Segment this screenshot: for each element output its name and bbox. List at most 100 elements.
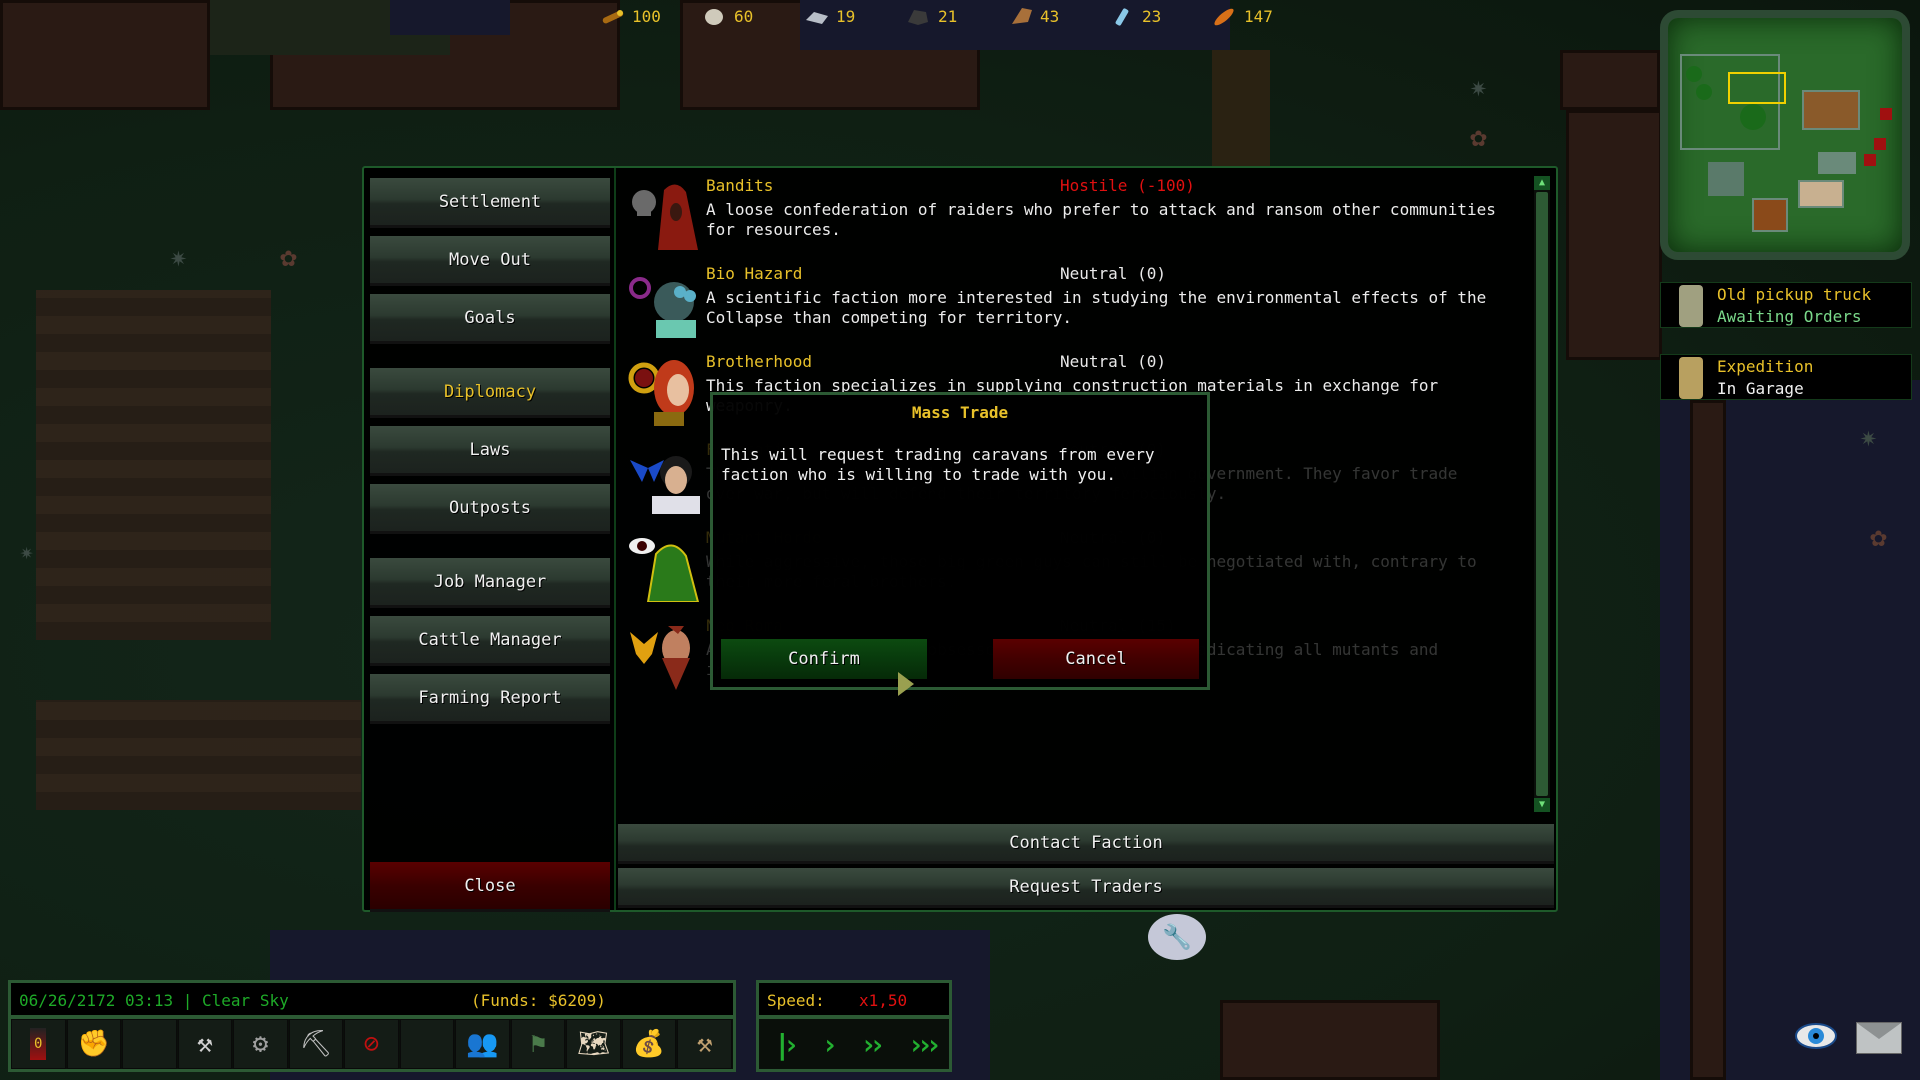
resource-wood: 100	[600, 4, 702, 28]
flower-icon: ✿	[1470, 120, 1487, 153]
road	[1212, 50, 1270, 170]
mouse-cursor-icon	[898, 672, 914, 696]
building-wall	[1690, 400, 1726, 1080]
sidebar-item-diplomacy[interactable]: Diplomacy	[370, 368, 610, 418]
building-wall	[0, 0, 210, 110]
minimap-enemy	[1874, 138, 1886, 150]
scrollbar-thumb[interactable]	[1536, 192, 1548, 796]
vehicle-expedition[interactable]: Expedition In Garage	[1660, 354, 1912, 400]
plant-icon: ✷	[1470, 70, 1487, 103]
scroll-up-icon[interactable]: ▲	[1534, 176, 1550, 190]
building-wall	[1220, 1000, 1440, 1080]
faction-status: Hostile (-100)	[1060, 176, 1195, 195]
status-bar: 06/26/2172 03:13 | Clear Sky (Funds: $62…	[8, 980, 736, 1018]
farm-plot	[36, 290, 271, 640]
flag-icon[interactable]: ⚑	[510, 1019, 566, 1069]
sidebar-item-farming-report[interactable]: Farming Report	[370, 674, 610, 724]
sidebar-item-outposts[interactable]: Outposts	[370, 484, 610, 534]
request-traders-button[interactable]: Request Traders	[618, 868, 1554, 908]
faction-name: Bio Hazard	[706, 264, 803, 283]
speed-label: Speed:	[767, 991, 825, 1010]
people-icon[interactable]: 👥	[455, 1019, 510, 1069]
minimap-viewport[interactable]	[1728, 72, 1786, 104]
faction-status: Neutral (0)	[1060, 352, 1166, 371]
speed-display: Speed: x1,50	[756, 980, 952, 1018]
minimap-building	[1798, 180, 1844, 208]
bandits-portrait	[628, 178, 700, 250]
gear-wrench-icon[interactable]: ⚙	[233, 1019, 288, 1069]
faction-list-scrollbar[interactable]: ▲ ▼	[1534, 176, 1550, 812]
speed-fastest-button[interactable]: ›››	[908, 1028, 942, 1061]
minimap[interactable]	[1660, 10, 1910, 260]
flower-icon: ✿	[280, 240, 297, 273]
divider	[614, 168, 616, 910]
bio-hazard-portrait	[628, 266, 700, 338]
faction-row-bandits[interactable]: Bandits Hostile (-100) A loose confedera…	[620, 172, 1540, 260]
building-wall	[1560, 50, 1660, 110]
truck-icon	[1679, 285, 1703, 327]
vehicle-name: Old pickup truck	[1717, 285, 1872, 304]
sidebar-item-settlement[interactable]: Settlement	[370, 178, 610, 228]
resource-bar: 100 60 19 21 43 23 147	[600, 4, 1314, 28]
dialog-message: This will request trading caravans from …	[721, 445, 1155, 484]
fish-icon	[1212, 6, 1238, 26]
metal-bar-icon	[804, 6, 830, 26]
mail-icon[interactable]	[1856, 1022, 1902, 1054]
water-bottle-icon	[1110, 6, 1136, 26]
funds: (Funds: $6209)	[471, 991, 606, 1010]
sidebar-item-laws[interactable]: Laws	[370, 426, 610, 476]
federation-portrait	[628, 442, 700, 514]
confirm-button[interactable]: Confirm	[721, 639, 927, 679]
minimap-enemy	[1864, 154, 1876, 166]
date-time-weather: 06/26/2172 03:13 | Clear Sky	[19, 991, 289, 1010]
plant-icon: ✷	[170, 240, 187, 273]
empty-slot-icon[interactable]	[122, 1019, 177, 1069]
fist-icon[interactable]: ✊	[66, 1019, 122, 1069]
stone-icon	[702, 6, 728, 26]
close-button[interactable]: Close	[370, 862, 610, 912]
scroll-down-icon[interactable]: ▼	[1534, 798, 1550, 812]
sidebar: Settlement Move Out Goals Diplomacy Laws…	[370, 174, 610, 912]
faction-status: Neutral (0)	[1060, 264, 1166, 283]
resource-food: 147	[1212, 4, 1314, 28]
speed-normal-button[interactable]: ›	[821, 1028, 838, 1061]
mutant-horde-portrait	[628, 530, 700, 603]
coal-icon	[906, 6, 932, 26]
sidebar-item-move-out[interactable]: Move Out	[370, 236, 610, 286]
empty-slot-icon[interactable]	[399, 1019, 455, 1069]
play-pause-button[interactable]: |›	[774, 1028, 800, 1061]
priority-arrow-icon[interactable]: 0	[11, 1019, 66, 1069]
faction-row-bio-hazard[interactable]: Bio Hazard Neutral (0) A scientific fact…	[620, 260, 1540, 348]
cancel-icon[interactable]: ⊘	[344, 1019, 399, 1069]
hammer-icon[interactable]: ⚒	[177, 1019, 233, 1069]
faction-name: Brotherhood	[706, 352, 812, 371]
plant-icon: ✷	[1860, 420, 1877, 453]
faction-description: A scientific faction more interested in …	[706, 288, 1487, 327]
speed-fast-button[interactable]: ››	[860, 1028, 886, 1061]
minimap-enemy	[1880, 108, 1892, 120]
sack-icon[interactable]: 💰	[621, 1019, 677, 1069]
car-icon	[1679, 357, 1703, 399]
visibility-eye-icon[interactable]	[1794, 1016, 1838, 1056]
plant-icon: ✷	[20, 540, 34, 565]
contact-faction-button[interactable]: Contact Faction	[618, 824, 1554, 864]
vehicle-name: Expedition	[1717, 357, 1814, 376]
minimap-zone	[1708, 162, 1744, 196]
map-icon[interactable]: 🗺	[566, 1019, 621, 1069]
sidebar-item-job-manager[interactable]: Job Manager	[370, 558, 610, 608]
speed-value: x1,50	[859, 991, 908, 1010]
sidebar-item-goals[interactable]: Goals	[370, 294, 610, 344]
pickaxe-shovel-icon[interactable]: ⚒	[677, 1019, 732, 1069]
vehicle-old-pickup-truck[interactable]: Old pickup truck Awaiting Orders	[1660, 282, 1912, 328]
sidebar-item-cattle-manager[interactable]: Cattle Manager	[370, 616, 610, 666]
resource-water: 23	[1110, 4, 1212, 28]
minimap-building	[1752, 198, 1788, 232]
repair-speech-bubble[interactable]: 🔧	[1148, 914, 1206, 960]
cancel-button[interactable]: Cancel	[993, 639, 1199, 679]
leather-icon	[1008, 6, 1034, 26]
building-floor	[390, 0, 510, 35]
minimap-colonist	[1686, 66, 1702, 82]
flower-icon: ✿	[1870, 520, 1887, 553]
brotherhood-portrait	[628, 354, 700, 426]
shovel-icon[interactable]: ⛏	[288, 1019, 344, 1069]
